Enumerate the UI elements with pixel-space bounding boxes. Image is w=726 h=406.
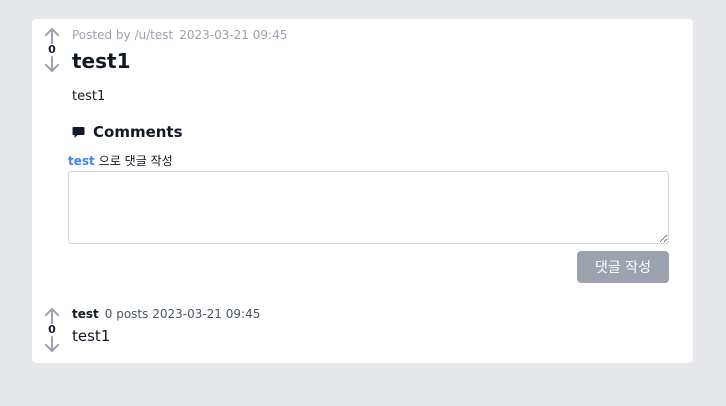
- upvote-arrow-icon[interactable]: [44, 307, 60, 324]
- comment-author-link[interactable]: test: [72, 307, 99, 321]
- submit-comment-button[interactable]: 댓글 작성: [577, 251, 669, 283]
- comments-heading: Comments: [72, 123, 183, 141]
- upvote-arrow-icon[interactable]: [44, 27, 60, 44]
- comment-score: 0: [48, 323, 56, 336]
- commenting-user-link[interactable]: test: [68, 154, 95, 168]
- comment-body: test1: [72, 327, 111, 345]
- post-body: test1: [72, 89, 106, 104]
- commenting-as: test 으로 댓글 작성: [68, 152, 173, 169]
- posted-by-link[interactable]: Posted by /u/test: [72, 28, 173, 42]
- downvote-arrow-icon[interactable]: [44, 336, 60, 353]
- comment-bubble-icon: [72, 126, 85, 138]
- comment-vote-widget: 0: [40, 307, 64, 353]
- downvote-arrow-icon[interactable]: [44, 56, 60, 73]
- post-title: test1: [72, 49, 131, 73]
- commenting-as-suffix: 으로 댓글 작성: [98, 154, 173, 168]
- post-vote-widget: 0: [40, 27, 64, 73]
- comment-input[interactable]: [68, 171, 669, 244]
- comments-heading-label: Comments: [93, 123, 183, 141]
- comment-meta-text: 0 posts 2023-03-21 09:45: [104, 307, 261, 321]
- post-date: 2023-03-21 09:45: [179, 28, 288, 42]
- comment-meta: test 0 posts 2023-03-21 09:45: [72, 307, 260, 321]
- post-card: 0 Posted by /u/test 2023-03-21 09:45 test…: [32, 19, 693, 363]
- post-score: 0: [48, 43, 56, 56]
- post-meta: Posted by /u/test 2023-03-21 09:45: [72, 28, 287, 42]
